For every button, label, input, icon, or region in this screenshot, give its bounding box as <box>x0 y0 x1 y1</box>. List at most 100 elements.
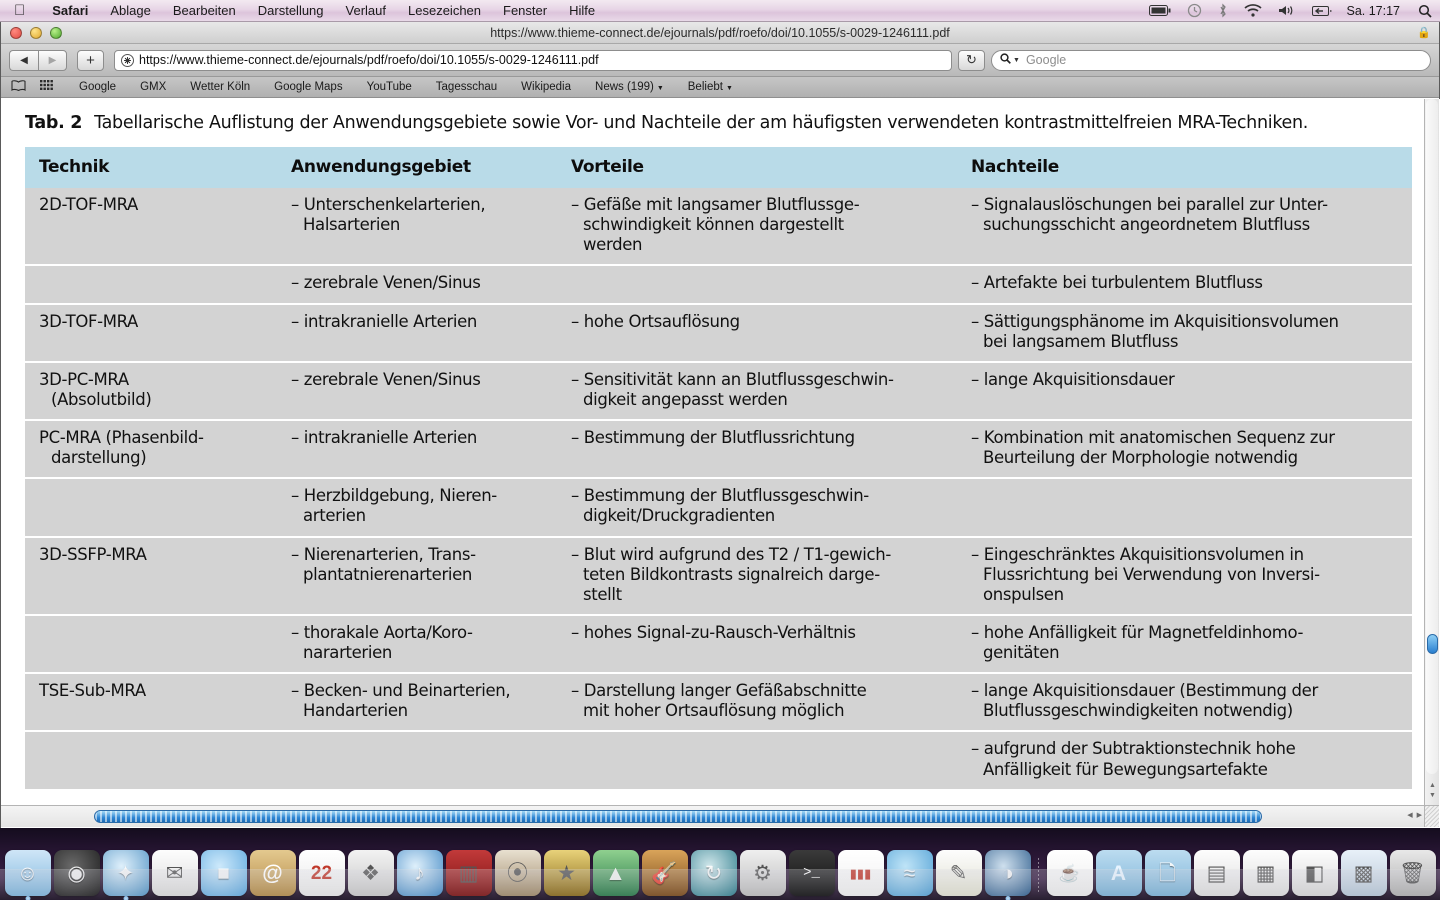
dashboard-icon: ◉ <box>67 861 86 885</box>
dock-item-trash[interactable]: 🗑 <box>1389 850 1436 896</box>
horizontal-scroll-arrows[interactable]: ◀ ▶ <box>1407 811 1422 819</box>
dock-item-safari[interactable]: ✦ <box>102 850 149 900</box>
finder-icon: ☺ <box>16 861 39 885</box>
running-indicator <box>25 896 30 900</box>
address-bar[interactable]: https://www.thieme-connect.de/ejournals/… <box>114 49 952 71</box>
wifi-icon[interactable] <box>1236 4 1270 17</box>
dock-item-window-stack[interactable]: ▩ <box>1340 850 1387 896</box>
dock-item-dashboard[interactable]: ◉ <box>53 850 100 896</box>
cell-line: – Sensitivität kann an Blutflussgeschwin… <box>571 369 894 389</box>
menu-item-verlauf[interactable]: Verlauf <box>335 3 397 18</box>
vertical-scrollbar[interactable]: ▲ ▼ <box>1424 99 1439 806</box>
dock-item-address-book[interactable]: @ <box>249 850 296 896</box>
reload-button[interactable]: ↻ <box>958 49 985 71</box>
dock-item-mail[interactable]: ✉ <box>151 850 198 896</box>
menu-item-fenster[interactable]: Fenster <box>492 3 558 18</box>
cell-line: – hohes Signal-zu-Rausch-Verhältnis <box>571 622 856 642</box>
column-header-technik: Technik <box>25 147 277 188</box>
zoom-button[interactable] <box>50 26 62 39</box>
dock-item-terminal[interactable]: >_ <box>788 850 835 896</box>
dock-item-iphoto[interactable]: ❖ <box>347 850 394 896</box>
menu-item-darstellung[interactable]: Darstellung <box>247 3 335 18</box>
dock-item-ical[interactable]: 22 <box>298 850 345 896</box>
bookmark-beliebt[interactable]: Beliebt ▼ <box>676 81 745 93</box>
dock-item-imovie[interactable]: ★ <box>543 850 590 896</box>
dock-item-jar-file[interactable]: ☕ <box>1046 850 1093 896</box>
menu-item-hilfe[interactable]: Hilfe <box>558 3 606 18</box>
system-preferences-icon: ⚙ <box>753 861 772 885</box>
dock-item-garageband[interactable]: 🎸 <box>641 850 688 896</box>
bookmark-tagesschau[interactable]: Tagesschau <box>424 81 509 93</box>
horizontal-scroll-thumb[interactable] <box>94 810 1262 823</box>
cell-line: 3D-TOF-MRA <box>39 311 138 331</box>
new-tab-button[interactable]: + <box>77 49 104 71</box>
time-machine-icon[interactable] <box>1179 3 1210 18</box>
bookmark-wikipedia[interactable]: Wikipedia <box>509 81 583 93</box>
dock-item-documents-folder[interactable]: 🗋 <box>1144 850 1191 896</box>
bookmark-beliebt-label: Beliebt <box>687 81 723 93</box>
dock-item-downloads-stack[interactable]: ▤ <box>1193 850 1240 896</box>
volume-icon[interactable] <box>1270 4 1304 17</box>
eject-icon[interactable] <box>1304 5 1340 17</box>
vertical-scroll-arrows[interactable]: ▲ ▼ <box>1425 774 1440 806</box>
dock-item-openoffice[interactable]: ≈ <box>886 850 933 896</box>
dock-item-system-preferences[interactable]: ⚙ <box>739 850 786 896</box>
battery-icon[interactable] <box>1141 5 1179 16</box>
resize-corner[interactable] <box>1424 805 1439 827</box>
bookmark-google-maps[interactable]: Google Maps <box>262 81 354 93</box>
menu-item-lesezeichen[interactable]: Lesezeichen <box>397 3 492 18</box>
window-controls[interactable] <box>10 26 62 39</box>
spotlight-search-icon[interactable] <box>1410 4 1440 18</box>
search-dropdown-icon[interactable]: ▼ <box>1013 57 1020 64</box>
menu-item-safari[interactable]: Safari <box>41 3 99 18</box>
image-capture-icon: ⦿ <box>507 861 528 885</box>
bookmark-wetter-koeln[interactable]: Wetter Köln <box>178 81 262 93</box>
close-button[interactable] <box>10 26 22 39</box>
dock-item-quicktime[interactable]: ◑ <box>984 850 1031 900</box>
chevron-right-icon[interactable]: ▶ <box>1417 811 1422 819</box>
dock-item-applications-folder[interactable]: A <box>1095 850 1142 896</box>
chevron-up-icon[interactable]: ▲ <box>1429 782 1436 789</box>
dock-item-finder[interactable]: ☺ <box>4 850 51 900</box>
table-caption: Tab. 2 Tabellarische Auflistung der Anwen… <box>25 113 1417 133</box>
back-button[interactable]: ◀ <box>9 49 38 71</box>
bluetooth-icon[interactable] <box>1210 3 1236 18</box>
menubar-clock[interactable]: Sa. 17:17 <box>1340 4 1410 18</box>
book-icon[interactable] <box>11 80 26 94</box>
dock-item-image-capture[interactable]: ⦿ <box>494 850 541 896</box>
search-field[interactable]: ▼ Google <box>991 49 1431 71</box>
dock-item-itunes[interactable]: ♪ <box>396 850 443 896</box>
chevron-down-icon[interactable]: ▼ <box>1429 792 1436 799</box>
bookmark-news[interactable]: News (199) ▼ <box>583 81 676 93</box>
cisco-anyconnect-icon: ▮▮▮ <box>849 865 872 881</box>
cell-nachteile: – Artefakte bei turbulentem Blutfluss <box>957 265 1412 305</box>
bookmark-youtube[interactable]: YouTube <box>355 81 424 93</box>
forward-button[interactable]: ▶ <box>38 49 67 71</box>
dock-item-cisco-anyconnect[interactable]: ▮▮▮ <box>837 850 884 896</box>
apple-logo-icon[interactable]:  <box>14 3 25 18</box>
menu-item-bearbeiten[interactable]: Bearbeiten <box>162 3 247 18</box>
chevron-left-icon[interactable]: ◀ <box>1407 811 1412 819</box>
dock-item-photo-booth[interactable]: ▥ <box>445 850 492 896</box>
dock-item-document-stack[interactable]: ▦ <box>1242 850 1289 896</box>
navigation-buttons[interactable]: ◀ ▶ <box>9 49 67 71</box>
dock-item-portrait-document[interactable]: ◧ <box>1291 850 1338 896</box>
bookmark-gmx[interactable]: GMX <box>128 81 178 93</box>
vertical-scroll-track[interactable] <box>1426 99 1438 774</box>
horizontal-scrollbar[interactable]: ◀ ▶ <box>1 805 1426 827</box>
cell-vorteile: – hohe Ortsauflösung <box>557 303 957 363</box>
vertical-scroll-thumb[interactable] <box>1427 634 1438 654</box>
dock-item-facetime[interactable]: ■ <box>200 850 247 896</box>
grid-icon[interactable] <box>40 80 53 94</box>
cell-line: – Becken- und Beinarterien, <box>291 681 511 701</box>
cell-line: – Gefäße mit langsamer Blutflussge- <box>571 195 860 214</box>
menu-item-ablage[interactable]: Ablage <box>99 3 161 18</box>
bookmark-google[interactable]: Google <box>67 81 128 93</box>
minimize-button[interactable] <box>30 26 42 39</box>
dock-item-aperture[interactable]: ▲ <box>592 850 639 896</box>
dock-item-textedit[interactable]: ✎ <box>935 850 982 896</box>
window-titlebar[interactable]: https://www.thieme-connect.de/ejournals/… <box>1 22 1439 44</box>
cell-line: – Signalauslöschungen bei parallel zur U… <box>971 195 1328 214</box>
pdf-viewport[interactable]: Tab. 2 Tabellarische Auflistung der Anwen… <box>1 99 1440 828</box>
dock-item-time-machine[interactable]: ↻ <box>690 850 737 896</box>
